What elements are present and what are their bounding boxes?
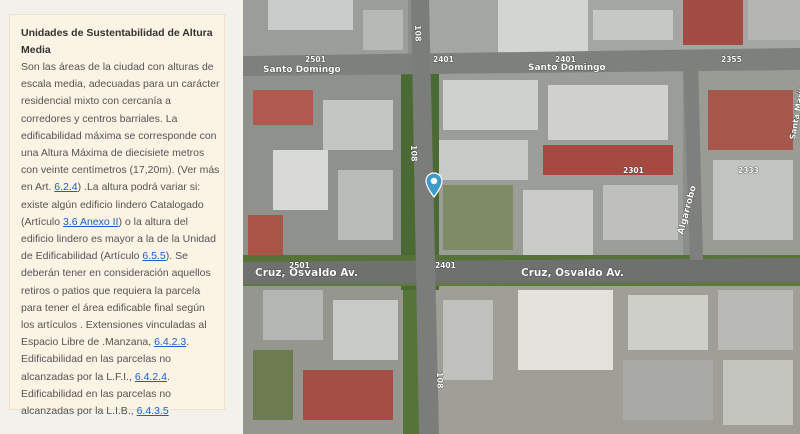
address-number: 2355 (721, 55, 742, 64)
street-label-santo-domingo: Santo Domingo (528, 63, 606, 73)
address-number: 2301 (623, 166, 644, 175)
street-label-santa-maria: Santa María (788, 85, 800, 140)
street-number-108: 108 (435, 372, 445, 389)
article-link-6-4-2-3[interactable]: 6.4.2.3 (154, 336, 186, 348)
article-link-6-4-2-4[interactable]: 6.4.2.4 (135, 371, 167, 383)
description-text: ). Se deberán tener en consideración aqu… (21, 250, 211, 349)
address-number: 2401 (433, 55, 454, 64)
aerial-map[interactable]: Santo Domingo Santo Domingo Cruz, Osvald… (243, 0, 800, 434)
description-text: Son las áreas de la ciudad con alturas d… (21, 61, 220, 194)
zoning-title: Unidades de Sustentabilidad de Altura Me… (21, 27, 213, 56)
article-link-3-6-anexo-ii[interactable]: 3.6 Anexo II (63, 216, 118, 228)
address-number: 2401 (555, 55, 576, 64)
address-number: 2501 (289, 261, 310, 270)
address-number: 2333 (738, 166, 759, 175)
street-label-cruz-osvaldo: Cruz, Osvaldo Av. (521, 267, 624, 279)
street-number-108: 108 (413, 25, 423, 42)
location-pin-icon[interactable] (425, 172, 443, 198)
map-labels-layer: Santo Domingo Santo Domingo Cruz, Osvald… (255, 24, 800, 389)
zoning-info-card: Unidades de Sustentabilidad de Altura Me… (9, 14, 225, 417)
info-sidebar: Unidades de Sustentabilidad de Altura Me… (0, 0, 243, 434)
street-number-108: 108 (409, 145, 419, 162)
article-link-6-5-5[interactable]: 6.5.5 (142, 250, 165, 262)
street-label-santo-domingo: Santo Domingo (263, 65, 341, 75)
zoning-description: Son las áreas de la ciudad con alturas d… (21, 59, 221, 420)
article-link-6-2-4[interactable]: 6.2.4 (54, 181, 77, 193)
address-number: 2401 (435, 261, 456, 270)
street-label-algarrobo: Algarrobo (676, 185, 699, 236)
article-link-6-4-3-5[interactable]: 6.4.3.5 (137, 405, 169, 417)
address-number: 2501 (305, 55, 326, 64)
